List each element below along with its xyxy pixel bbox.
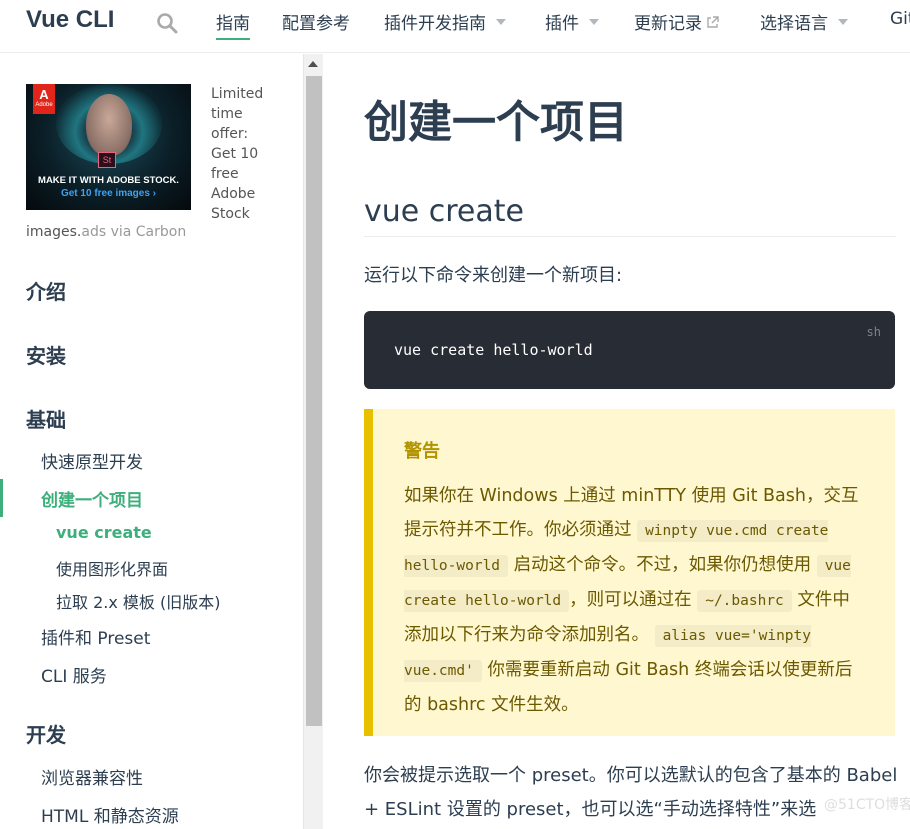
chevron-down-icon: [589, 19, 599, 25]
stock-badge: St: [98, 152, 116, 168]
ad-via-prefix: images.: [26, 224, 82, 240]
nav-plugins[interactable]: 插件: [545, 9, 599, 34]
search-icon[interactable]: [156, 12, 178, 34]
sidebar: Adobe St MAKE IT WITH ADOBE STOCK. Get 1…: [0, 54, 303, 829]
sidebar-subitem-gui[interactable]: 使用图形化界面: [56, 556, 168, 580]
ad-image-cta: Get 10 free images ›: [60, 188, 157, 199]
sidebar-item-plugins-preset[interactable]: 插件和 Preset: [41, 624, 150, 649]
watermark: @51CTO博客: [824, 797, 910, 813]
sidebar-item-cli-service[interactable]: CLI 服务: [41, 662, 107, 687]
sidebar-item-browser-compat[interactable]: 浏览器兼容性: [41, 764, 143, 789]
ad-via-suffix: ads via Carbon: [81, 224, 187, 240]
top-navbar: Vue CLI 指南 配置参考 插件开发指南 插件 更新记录 选择语言 Git: [0, 0, 910, 53]
warning-text: ，则可以通过在: [569, 590, 692, 610]
sidebar-item-create-project[interactable]: 创建一个项目: [41, 486, 143, 511]
nav-plugin-dev-guide[interactable]: 插件开发指南: [384, 9, 506, 34]
nav-guide[interactable]: 指南: [216, 9, 250, 40]
section-heading: vue create: [364, 194, 524, 229]
site-logo[interactable]: Vue CLI: [26, 6, 114, 34]
warning-body: 如果你在 Windows 上通过 minTTY 使用 Git Bash，交互提示…: [404, 479, 864, 722]
inline-code: ~/.bashrc: [697, 590, 792, 612]
adobe-logo: Adobe: [33, 84, 55, 114]
ad-image-headline: MAKE IT WITH ADOBE STOCK.: [38, 175, 179, 186]
page-title: 创建一个项目: [364, 97, 628, 148]
main-content: 创建一个项目 vue create 运行以下命令来创建一个新项目: sh vue…: [324, 54, 910, 829]
sidebar-group-intro[interactable]: 介绍: [26, 276, 66, 305]
nav-changelog-label: 更新记录: [634, 14, 702, 34]
external-link-icon: [707, 15, 719, 28]
intro-paragraph: 运行以下命令来创建一个新项目:: [364, 265, 623, 286]
scrollbar-thumb[interactable]: [306, 76, 322, 726]
ad-face-decoration: [86, 94, 132, 156]
nav-changelog[interactable]: 更新记录: [634, 9, 719, 34]
sidebar-scrollbar[interactable]: [303, 54, 323, 829]
sidebar-group-development[interactable]: 开发: [26, 719, 66, 748]
nav-plugin-dev-guide-label: 插件开发指南: [384, 14, 486, 34]
warning-callout: 警告 如果你在 Windows 上通过 minTTY 使用 Git Bash，交…: [364, 409, 895, 736]
sidebar-group-install[interactable]: 安装: [26, 340, 66, 369]
code-language-label: sh: [866, 325, 881, 339]
carbon-ad-image[interactable]: Adobe St MAKE IT WITH ADOBE STOCK. Get 1…: [26, 84, 191, 210]
chevron-down-icon: [838, 19, 848, 25]
warning-text: 启动这个命令。不过，如果你仍想使用: [513, 555, 812, 575]
preset-paragraph: 你会被提示选取一个 preset。你可以选默认的包含了基本的 Babel + E…: [364, 765, 898, 820]
carbon-ad-text[interactable]: Limited time offer: Get 10 free Adobe St…: [211, 84, 271, 224]
nav-git[interactable]: Git: [890, 9, 910, 29]
sidebar-subitem-vue-create[interactable]: vue create: [56, 523, 152, 542]
scroll-up-arrow-icon[interactable]: [308, 61, 318, 67]
code-text[interactable]: vue create hello-world: [394, 341, 593, 359]
code-block[interactable]: sh vue create hello-world: [364, 311, 895, 389]
nav-language[interactable]: 选择语言: [760, 9, 848, 34]
nav-config[interactable]: 配置参考: [282, 9, 350, 34]
sidebar-item-html-static[interactable]: HTML 和静态资源: [41, 802, 179, 827]
sidebar-item-quick-prototype[interactable]: 快速原型开发: [41, 448, 143, 473]
warning-title: 警告: [404, 441, 440, 462]
heading-divider: [364, 236, 896, 237]
nav-plugins-label: 插件: [545, 14, 579, 34]
sidebar-group-basics[interactable]: 基础: [26, 404, 66, 433]
sidebar-subitem-pull-legacy[interactable]: 拉取 2.x 模板 (旧版本): [56, 589, 220, 613]
carbon-ad-via[interactable]: images.ads via Carbon: [26, 224, 186, 240]
sidebar-active-indicator: [0, 479, 3, 517]
nav-language-label: 选择语言: [760, 14, 828, 34]
chevron-down-icon: [496, 19, 506, 25]
